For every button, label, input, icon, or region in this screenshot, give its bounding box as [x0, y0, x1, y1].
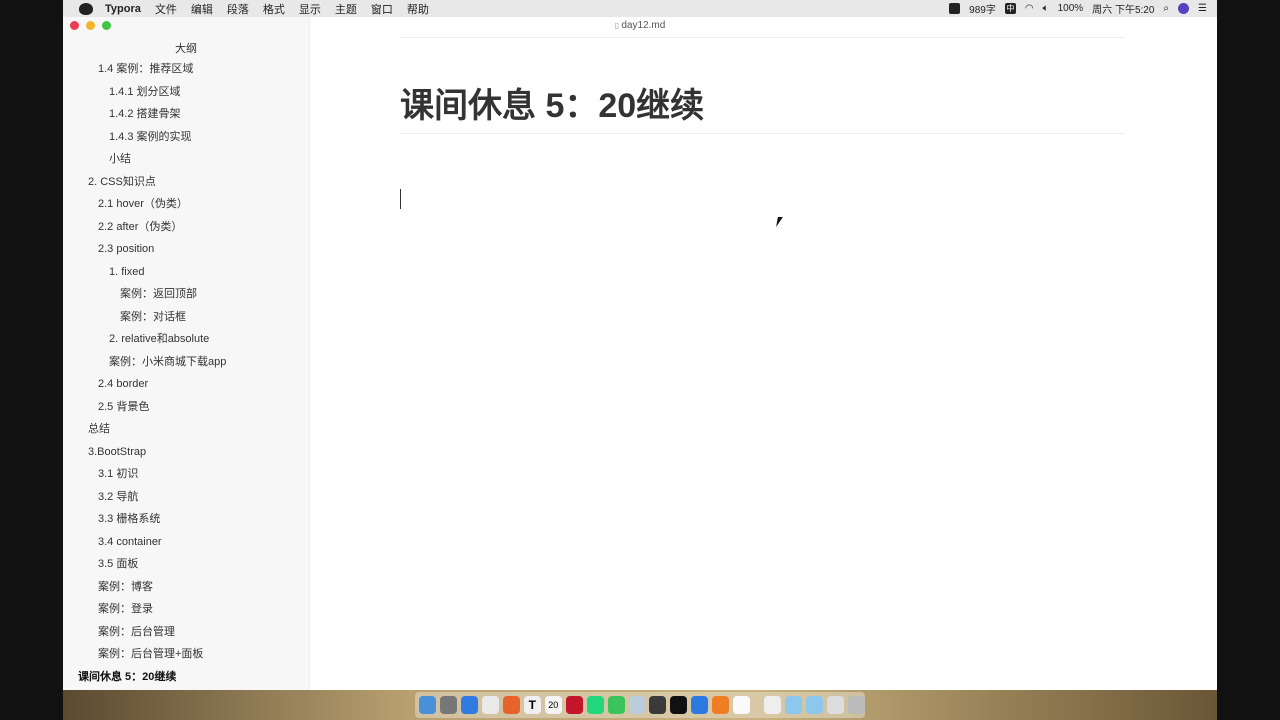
- menu-item-1[interactable]: 编辑: [191, 1, 213, 17]
- close-button[interactable]: [70, 21, 79, 30]
- menu-item-7[interactable]: 帮助: [407, 1, 429, 17]
- outline-item[interactable]: 1.4.1 划分区域: [63, 81, 309, 104]
- outline-sidebar: 大纲 1.4 案例：推荐区域 1.4.1 划分区域 1.4.2 搭建骨架 1.4.3 …: [63, 17, 310, 690]
- outline-item[interactable]: 课间休息 5：20继续: [63, 666, 309, 689]
- outline-title: 大纲: [175, 43, 197, 55]
- siri-icon[interactable]: [1178, 3, 1190, 14]
- outline-item[interactable]: 2. CSS知识点: [63, 171, 309, 194]
- menu-app-name[interactable]: Typora: [105, 3, 141, 15]
- outline-item[interactable]: 1.4 案例：推荐区域: [63, 58, 309, 81]
- dock-folder-icon[interactable]: [785, 696, 803, 714]
- status-app-icon[interactable]: [949, 3, 961, 14]
- dock-pages-icon[interactable]: [733, 696, 751, 714]
- dock-wechat-icon[interactable]: [607, 696, 625, 714]
- dock-preview-icon[interactable]: [628, 696, 646, 714]
- dock-netease-music-icon[interactable]: [565, 696, 583, 714]
- battery-percent[interactable]: 100%: [1058, 3, 1084, 14]
- outline-item[interactable]: 总结: [63, 418, 309, 441]
- text-caret: [400, 189, 401, 209]
- outline-item[interactable]: 案例：小米商城下载app: [63, 351, 309, 374]
- outline-item[interactable]: 案例：博客: [63, 576, 309, 599]
- editor[interactable]: 课间休息 5：20继续: [400, 37, 1125, 209]
- outline-item[interactable]: 3.1 初识: [63, 463, 309, 486]
- title-bar: ▯ day12.md: [63, 17, 1217, 35]
- dock-folder-icon[interactable]: [827, 696, 845, 714]
- outline-item[interactable]: 3.2 导航: [63, 486, 309, 509]
- clock[interactable]: 周六 下午5:20: [1092, 1, 1154, 16]
- outline-item[interactable]: 2.1 hover（伪类）: [63, 193, 309, 216]
- dock-feishu-icon[interactable]: [691, 696, 709, 714]
- outline-item[interactable]: 2.3 position: [63, 238, 309, 261]
- typora-window: 大纲 1.4 案例：推荐区域 1.4.1 划分区域 1.4.2 搭建骨架 1.4.3 …: [63, 17, 1217, 690]
- outline-item[interactable]: 案例：对话框: [63, 306, 309, 329]
- window-controls: [70, 21, 111, 30]
- outline-item[interactable]: 3.4 container: [63, 531, 309, 554]
- dock-finder-icon[interactable]: [419, 696, 436, 714]
- minimize-button[interactable]: [86, 21, 95, 30]
- divider: [400, 37, 1125, 38]
- dock-photo-booth-icon[interactable]: [712, 696, 730, 714]
- apple-icon[interactable]: [79, 2, 93, 15]
- dock-launchpad-icon[interactable]: [439, 696, 457, 714]
- menu-item-0[interactable]: 文件: [155, 1, 177, 17]
- dock-sublime-icon[interactable]: [649, 696, 667, 714]
- notification-center-icon[interactable]: ☰: [1198, 3, 1207, 14]
- menu-item-4[interactable]: 显示: [299, 1, 321, 17]
- outline-list: 1.4 案例：推荐区域 1.4.1 划分区域 1.4.2 搭建骨架 1.4.3 案例的…: [63, 58, 309, 688]
- menu-bar: Typora 文件 编辑 段落 格式 显示 主题 窗口 帮助 989字 中 ◠ 🔈︎ 100%…: [63, 0, 1217, 17]
- menu-item-2[interactable]: 段落: [227, 1, 249, 17]
- outline-item[interactable]: 2.2 after（伪类）: [63, 216, 309, 239]
- outline-item[interactable]: 3.BootStrap: [63, 441, 309, 464]
- outline-item[interactable]: 1.4.3 案例的实现: [63, 126, 309, 149]
- status-area: 989字 中 ◠ 🔈︎ 100% 周六 下午5:20 ⌕ ☰: [949, 1, 1207, 16]
- outline-item[interactable]: 3.5 面板: [63, 553, 309, 576]
- dock-folder-icon[interactable]: [764, 696, 782, 714]
- outline-item[interactable]: 2.4 border: [63, 373, 309, 396]
- outline-item[interactable]: 案例：返回顶部: [63, 283, 309, 306]
- dock-typora-icon[interactable]: T: [523, 696, 541, 714]
- dock-terminal-icon[interactable]: [670, 696, 688, 714]
- document-heading[interactable]: 课间休息 5：20继续: [400, 78, 1125, 134]
- menu-item-3[interactable]: 格式: [263, 1, 285, 17]
- input-method-icon[interactable]: 中: [1004, 3, 1016, 14]
- outline-item[interactable]: 1. fixed: [63, 261, 309, 284]
- dock-safari-icon[interactable]: [460, 696, 478, 714]
- dock-calendar-icon[interactable]: 20: [544, 696, 562, 714]
- zoom-button[interactable]: [102, 21, 111, 30]
- spotlight-search-icon[interactable]: ⌕: [1163, 3, 1169, 14]
- window-title: day12.md: [621, 20, 666, 31]
- word-count[interactable]: 989字: [969, 1, 996, 16]
- menu-item-5[interactable]: 主题: [335, 1, 357, 17]
- dock: T 20: [415, 692, 866, 718]
- dock-folder-icon[interactable]: [806, 696, 824, 714]
- dock-chrome-icon[interactable]: [481, 696, 499, 714]
- dock-firefox-icon[interactable]: [502, 696, 520, 714]
- dock-pycharm-icon[interactable]: [586, 696, 604, 714]
- outline-item[interactable]: 小结: [63, 148, 309, 171]
- outline-item[interactable]: 案例：后台管理+面板: [63, 643, 309, 666]
- trash-icon[interactable]: [848, 696, 866, 714]
- volume-icon[interactable]: 🔈︎: [1043, 3, 1049, 14]
- outline-item[interactable]: 案例：后台管理: [63, 621, 309, 644]
- wifi-icon[interactable]: ◠: [1025, 3, 1034, 14]
- outline-item[interactable]: 3.3 栅格系统: [63, 508, 309, 531]
- outline-item[interactable]: 1.4.2 搭建骨架: [63, 103, 309, 126]
- outline-item[interactable]: 2.5 背景色: [63, 396, 309, 419]
- menu-item-6[interactable]: 窗口: [371, 1, 393, 17]
- outline-item[interactable]: 2. relative和absolute: [63, 328, 309, 351]
- outline-item[interactable]: 案例：登录: [63, 598, 309, 621]
